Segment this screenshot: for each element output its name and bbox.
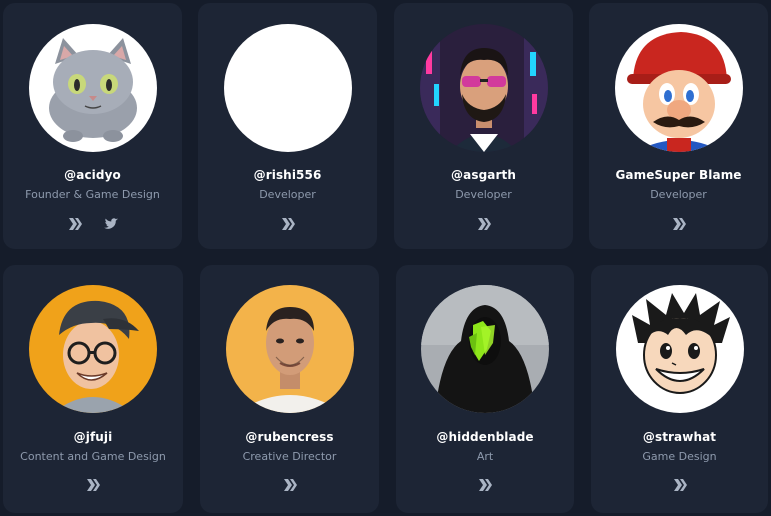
social-links xyxy=(198,216,377,232)
team-card-jfuji: @jfuji Content and Game Design xyxy=(3,265,183,513)
social-links xyxy=(591,477,768,493)
avatar-hooded-figure xyxy=(421,285,549,413)
member-role: Developer xyxy=(455,188,512,201)
avatar-man-portrait xyxy=(225,285,354,413)
hive-icon[interactable] xyxy=(280,216,296,232)
team-card-gamesuper-blame: GameSuper Blame Developer xyxy=(589,3,768,249)
member-handle: @rubencress xyxy=(245,430,334,444)
social-links xyxy=(589,216,768,232)
hive-icon[interactable] xyxy=(671,216,687,232)
hive-icon[interactable] xyxy=(85,477,101,493)
avatar-man-glasses-cap xyxy=(29,285,157,413)
social-links xyxy=(394,216,573,232)
hive-icon[interactable] xyxy=(282,477,298,493)
team-card-strawhat: @strawhat Game Design xyxy=(591,265,768,513)
social-links xyxy=(396,477,574,493)
team-card-hiddenblade: @hiddenblade Art xyxy=(396,265,574,513)
social-links xyxy=(3,216,182,232)
avatar-blank xyxy=(223,24,352,152)
social-links xyxy=(3,477,183,493)
member-handle: @rishi556 xyxy=(253,168,322,182)
member-handle: @jfuji xyxy=(73,430,113,444)
member-handle: @hiddenblade xyxy=(436,430,534,444)
avatar-bearded-man xyxy=(419,24,548,152)
member-role: Founder & Game Design xyxy=(25,188,160,201)
member-handle: @acidyo xyxy=(64,168,121,182)
member-role: Developer xyxy=(259,188,316,201)
avatar-anime-boy xyxy=(615,285,744,413)
social-links xyxy=(200,477,379,493)
avatar-gray-cat xyxy=(28,24,157,152)
member-handle: GameSuper Blame xyxy=(615,168,742,182)
team-card-rubencress: @rubencress Creative Director xyxy=(200,265,379,513)
team-card-rishi556: @rishi556 Developer xyxy=(198,3,377,249)
member-role: Game Design xyxy=(642,450,717,463)
hive-icon[interactable] xyxy=(476,216,492,232)
team-card-acidyo: @acidyo Founder & Game Design xyxy=(3,3,182,249)
hive-icon[interactable] xyxy=(477,477,493,493)
hive-icon[interactable] xyxy=(67,216,83,232)
member-role: Content and Game Design xyxy=(20,450,166,463)
member-handle: @asgarth xyxy=(451,168,516,182)
avatar-mario xyxy=(614,24,743,152)
member-role: Creative Director xyxy=(242,450,337,463)
twitter-icon[interactable] xyxy=(103,216,119,232)
hive-icon[interactable] xyxy=(672,477,688,493)
member-handle: @strawhat xyxy=(642,430,717,444)
team-card-asgarth: @asgarth Developer xyxy=(394,3,573,249)
member-role: Art xyxy=(476,450,494,463)
member-role: Developer xyxy=(650,188,707,201)
